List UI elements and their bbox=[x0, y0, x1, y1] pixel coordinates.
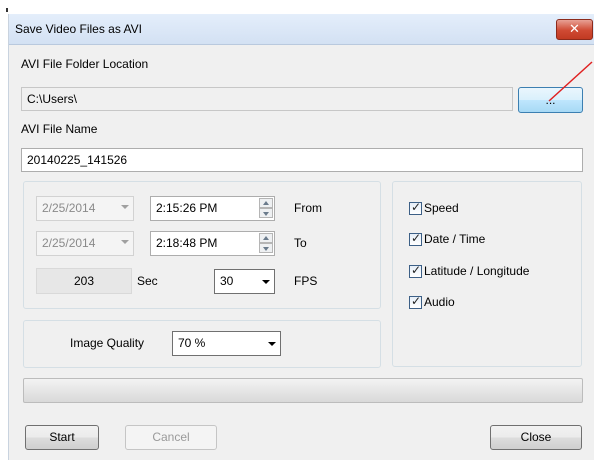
image-quality-group: Image Quality 70 % bbox=[23, 320, 381, 368]
image-quality-label: Image Quality bbox=[70, 336, 145, 350]
folder-path-field[interactable]: C:\Users\ bbox=[21, 87, 513, 111]
chevron-down-icon bbox=[121, 240, 129, 244]
to-label: To bbox=[294, 236, 307, 250]
lat-lon-label[interactable]: Latitude / Longitude bbox=[424, 264, 529, 278]
time-range-group: 2/25/2014 2:15:26 PM From 2/25/2014 2:18… bbox=[23, 181, 381, 309]
audio-label[interactable]: Audio bbox=[424, 295, 455, 309]
cancel-button[interactable]: Cancel bbox=[125, 425, 217, 450]
audio-checkbox[interactable] bbox=[409, 294, 422, 309]
to-time-value: 2:18:48 PM bbox=[156, 236, 218, 250]
close-icon: ✕ bbox=[569, 21, 580, 36]
duration-value-box: 203 bbox=[36, 268, 132, 294]
start-button[interactable]: Start bbox=[25, 425, 99, 450]
dialog-window: Save Video Files as AVI ✕ AVI File Folde… bbox=[8, 14, 594, 460]
spin-down-icon[interactable] bbox=[259, 208, 273, 218]
overlay-options-group: Speed Date / Time Latitude / Longitude A… bbox=[392, 181, 582, 367]
spin-up-icon[interactable] bbox=[259, 198, 273, 208]
from-label: From bbox=[294, 201, 322, 215]
from-time-spinner[interactable] bbox=[259, 198, 273, 219]
spin-up-icon[interactable] bbox=[259, 233, 273, 243]
to-time-input[interactable]: 2:18:48 PM bbox=[150, 231, 275, 256]
filename-input[interactable]: 20140225_141526 bbox=[21, 148, 583, 172]
fps-select[interactable]: 30 bbox=[214, 269, 275, 294]
chevron-down-icon bbox=[268, 342, 276, 346]
speed-checkbox[interactable] bbox=[409, 200, 422, 215]
spin-down-icon[interactable] bbox=[259, 243, 273, 253]
chevron-down-icon bbox=[121, 205, 129, 209]
speed-label[interactable]: Speed bbox=[424, 201, 459, 215]
image-quality-value: 70 % bbox=[178, 336, 206, 350]
folder-label: AVI File Folder Location bbox=[21, 57, 149, 71]
filename-label: AVI File Name bbox=[21, 122, 98, 136]
fps-value: 30 bbox=[220, 274, 234, 288]
from-date-value: 2/25/2014 bbox=[42, 201, 96, 215]
from-time-value: 2:15:26 PM bbox=[156, 201, 218, 215]
to-date-picker[interactable]: 2/25/2014 bbox=[36, 231, 134, 256]
close-button[interactable]: Close bbox=[490, 425, 582, 450]
date-time-label[interactable]: Date / Time bbox=[424, 232, 485, 246]
from-time-input[interactable]: 2:15:26 PM bbox=[150, 196, 275, 221]
to-date-value: 2/25/2014 bbox=[42, 236, 96, 250]
from-date-picker[interactable]: 2/25/2014 bbox=[36, 196, 134, 221]
chevron-down-icon bbox=[262, 280, 270, 284]
duration-unit-label: Sec bbox=[137, 274, 158, 288]
title-bar: Save Video Files as AVI ✕ bbox=[9, 14, 594, 45]
browse-folder-button[interactable]: ... bbox=[518, 87, 583, 113]
image-quality-select[interactable]: 70 % bbox=[172, 331, 281, 356]
fps-label: FPS bbox=[294, 274, 318, 288]
lat-lon-checkbox[interactable] bbox=[409, 263, 422, 278]
close-window-button[interactable]: ✕ bbox=[556, 19, 593, 40]
stray-mark bbox=[6, 8, 8, 12]
window-title: Save Video Files as AVI bbox=[15, 22, 142, 36]
progress-bar bbox=[23, 378, 583, 403]
duration-value: 203 bbox=[73, 274, 95, 288]
date-time-checkbox[interactable] bbox=[409, 231, 422, 246]
to-time-spinner[interactable] bbox=[259, 233, 273, 254]
